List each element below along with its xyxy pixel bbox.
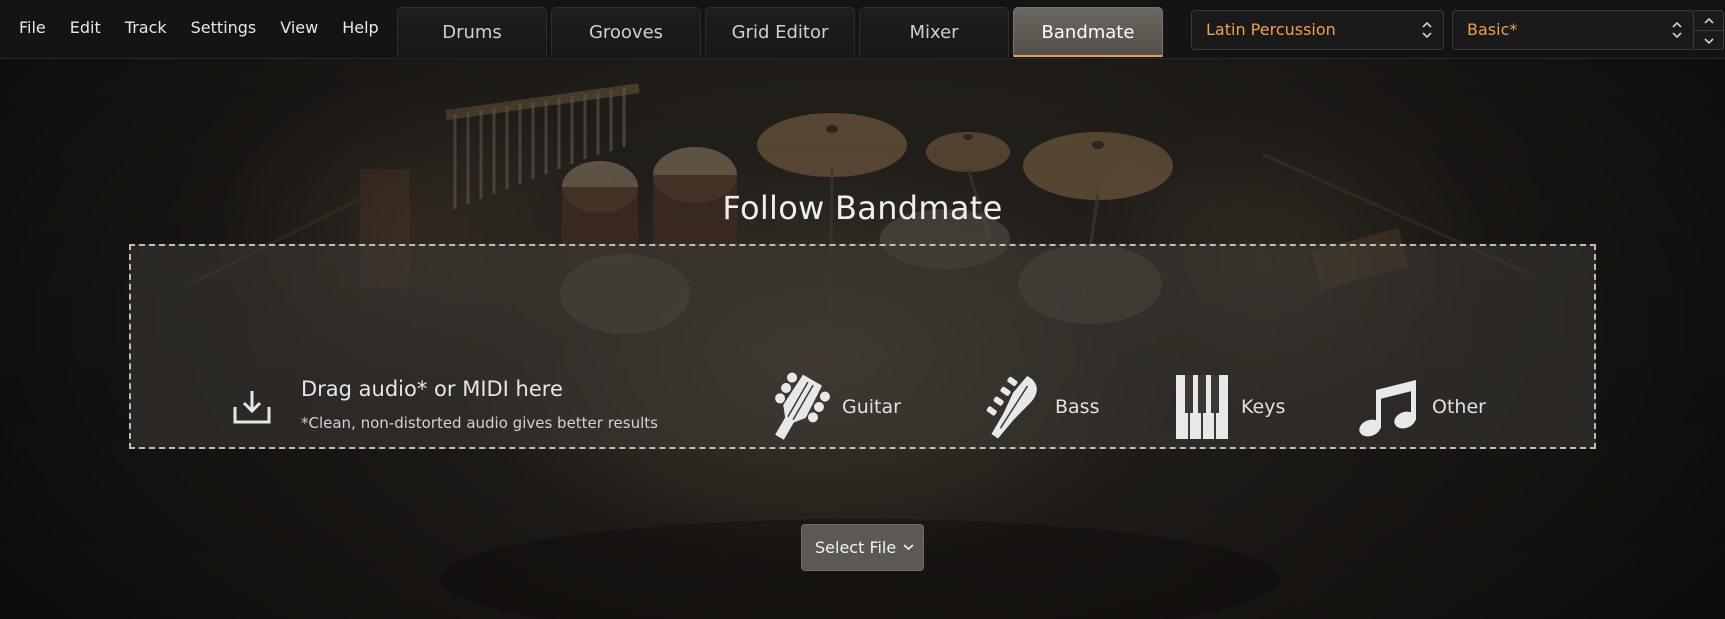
instrument-keys-label: Keys: [1241, 396, 1286, 418]
tab-bandmate[interactable]: Bandmate: [1013, 7, 1163, 57]
instrument-other[interactable]: Other: [1356, 372, 1486, 442]
kit-select-value: Latin Percussion: [1206, 20, 1336, 39]
instrument-keys[interactable]: Keys: [1175, 372, 1285, 442]
kit-select[interactable]: Latin Percussion: [1191, 10, 1444, 50]
top-bar: File Edit Track Settings View Help Drums…: [0, 0, 1725, 59]
select-file-button[interactable]: Select File: [801, 524, 924, 571]
menu-view[interactable]: View: [268, 0, 330, 58]
page-title: Follow Bandmate: [722, 189, 1003, 227]
updown-chevron-icon: [1422, 21, 1432, 39]
preset-previous-button[interactable]: [1694, 11, 1723, 31]
tab-mixer[interactable]: Mixer: [859, 7, 1009, 57]
menu-track[interactable]: Track: [113, 0, 179, 58]
download-tray-icon: [233, 391, 271, 424]
music-note-icon: [1359, 380, 1416, 437]
instrument-guitar-label: Guitar: [842, 396, 901, 418]
tab-bar: Drums Grooves Grid Editor Mixer Bandmate: [397, 7, 1163, 57]
instrument-other-label: Other: [1432, 396, 1486, 418]
preset-select[interactable]: Basic*: [1452, 10, 1694, 50]
chevron-down-icon: [1703, 37, 1714, 44]
instrument-bass[interactable]: Bass: [985, 372, 1099, 442]
menu-settings[interactable]: Settings: [179, 0, 269, 58]
drop-zone-note: *Clean, non-distorted audio gives better…: [301, 414, 658, 432]
chevron-up-icon: [1703, 17, 1714, 24]
menu-bar: File Edit Track Settings View Help: [0, 0, 391, 58]
tab-drums[interactable]: Drums: [397, 7, 547, 57]
tab-grid-editor[interactable]: Grid Editor: [705, 7, 855, 57]
piano-keys-icon: [1176, 375, 1228, 439]
guitar-headstock-icon: [775, 372, 830, 440]
drop-zone-label: Drag audio* or MIDI here: [301, 377, 563, 401]
updown-chevron-icon: [1672, 21, 1682, 39]
preset-stepper: [1694, 10, 1724, 50]
instrument-bass-label: Bass: [1055, 396, 1100, 418]
menu-edit[interactable]: Edit: [58, 0, 113, 58]
bass-headstock-icon: [986, 375, 1037, 439]
preset-next-button[interactable]: [1694, 31, 1723, 50]
tab-grooves[interactable]: Grooves: [551, 7, 701, 57]
select-file-label: Select File: [815, 538, 897, 557]
chevron-down-icon: [903, 544, 914, 551]
instrument-guitar[interactable]: Guitar: [764, 372, 901, 442]
menu-file[interactable]: File: [0, 0, 58, 58]
menu-help[interactable]: Help: [330, 0, 390, 58]
preset-select-value: Basic*: [1467, 20, 1518, 39]
